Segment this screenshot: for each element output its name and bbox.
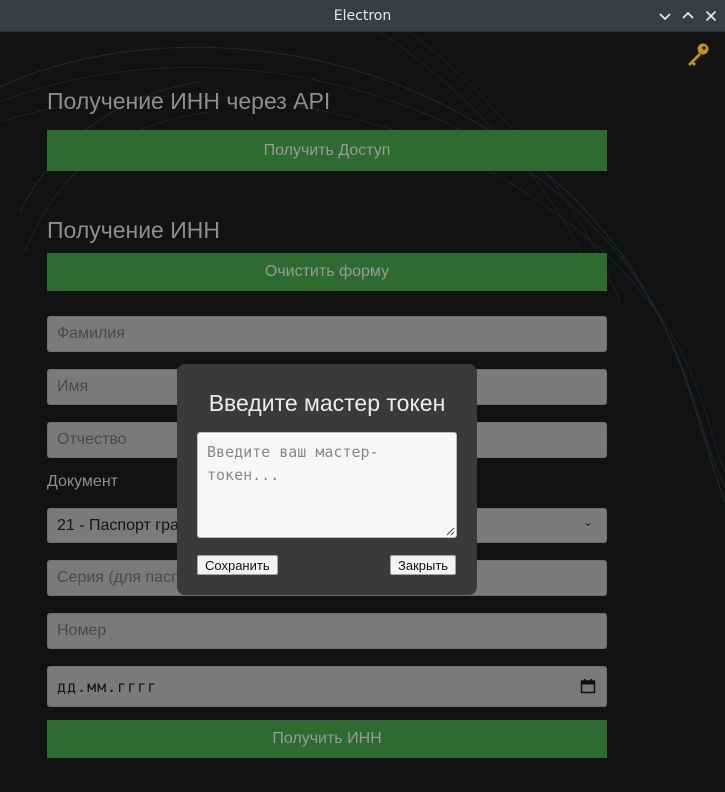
resize-grip-icon[interactable] (446, 527, 455, 536)
document-label: Документ (47, 473, 118, 490)
api-section-heading: Получение ИНН через API (47, 88, 331, 114)
clear-form-button[interactable]: Очистить форму (47, 253, 607, 291)
key-icon (688, 43, 709, 66)
save-button[interactable]: Сохранить (197, 555, 278, 575)
window-titlebar: Electron (0, 0, 725, 32)
modal-title: Введите мастер токен (208, 390, 446, 416)
surname-field[interactable]: Фамилия (47, 316, 607, 352)
master-token-modal: Введите мастер токен Введите ваш мастер-… (177, 364, 477, 595)
chevron-up-icon (682, 11, 694, 19)
document-select-value: 21 - Паспорт гра (57, 517, 179, 534)
birth-date-field[interactable]: дд.мм.гггг (47, 666, 607, 707)
window-title: Electron (333, 8, 392, 24)
calendar-icon[interactable] (580, 678, 596, 694)
get-access-button[interactable]: Получить Доступ (47, 130, 607, 171)
chevron-down-icon: ⌄ (582, 515, 593, 529)
close-modal-button[interactable]: Закрыть (390, 555, 457, 575)
chevron-down-icon (659, 13, 671, 21)
number-field[interactable]: Номер (47, 613, 607, 649)
minimize-window-button[interactable] (656, 7, 674, 25)
maximize-window-button[interactable] (679, 7, 697, 25)
get-inn-button[interactable]: Получить ИНН (47, 720, 607, 758)
close-icon (705, 10, 717, 22)
close-window-button[interactable] (702, 7, 720, 25)
master-token-textarea[interactable]: Введите ваш мастер- токен... (197, 432, 457, 538)
inn-section-heading: Получение ИНН (47, 217, 220, 243)
app-content: Получение ИНН через API Получить Доступ … (0, 32, 725, 792)
master-token-key-button[interactable] (684, 41, 712, 69)
date-placeholder: дд.мм.гггг (57, 678, 158, 696)
